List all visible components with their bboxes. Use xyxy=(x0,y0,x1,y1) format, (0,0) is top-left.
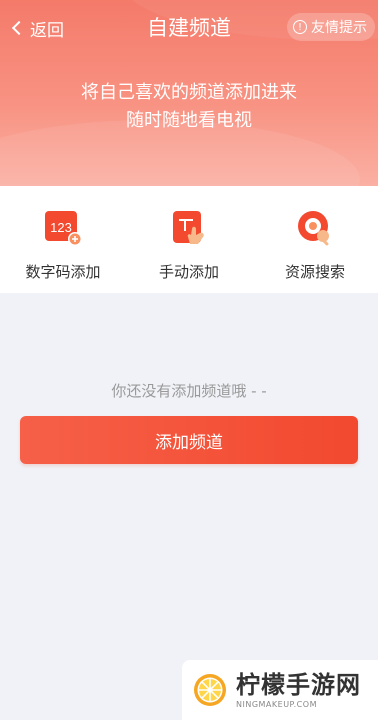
add-method-bar: 123 数字码添加 手动添加 资源搜索 xyxy=(0,186,378,293)
resource-search-icon xyxy=(296,209,334,247)
tips-button[interactable]: ! 友情提示 xyxy=(287,13,375,41)
tips-label: 友情提示 xyxy=(311,20,367,36)
manual-add-icon xyxy=(170,209,208,247)
lemon-logo-icon xyxy=(192,672,228,708)
slogan-line-1: 将自己喜欢的频道添加进来 xyxy=(81,82,297,103)
number-code-icon-text: 123 xyxy=(50,220,72,235)
number-code-icon: 123 xyxy=(44,209,82,247)
watermark: 柠檬手游网 NINGMAKEUP.COM xyxy=(182,660,378,720)
add-channel-label: 添加频道 xyxy=(155,432,223,453)
manual-add-button[interactable]: 手动添加 xyxy=(126,186,252,293)
resource-search-button[interactable]: 资源搜索 xyxy=(252,186,378,293)
manual-add-label: 手动添加 xyxy=(158,263,219,281)
slogan-line-2: 随时随地看电视 xyxy=(126,110,252,131)
number-code-add-button[interactable]: 123 数字码添加 xyxy=(0,186,126,293)
add-channel-button[interactable]: 添加频道 xyxy=(20,416,358,464)
watermark-brand-cn: 柠檬手游网 xyxy=(236,671,361,699)
empty-state-text: 你还没有添加频道哦 - - xyxy=(111,382,267,400)
header-banner: 返回 自建频道 ! 友情提示 将自己喜欢的频道添加进来 随时随地看电视 xyxy=(0,0,378,186)
resource-search-label: 资源搜索 xyxy=(284,263,345,281)
info-icon: ! xyxy=(293,20,307,34)
watermark-brand-en: NINGMAKEUP.COM xyxy=(236,700,317,709)
number-code-add-label: 数字码添加 xyxy=(25,263,101,281)
